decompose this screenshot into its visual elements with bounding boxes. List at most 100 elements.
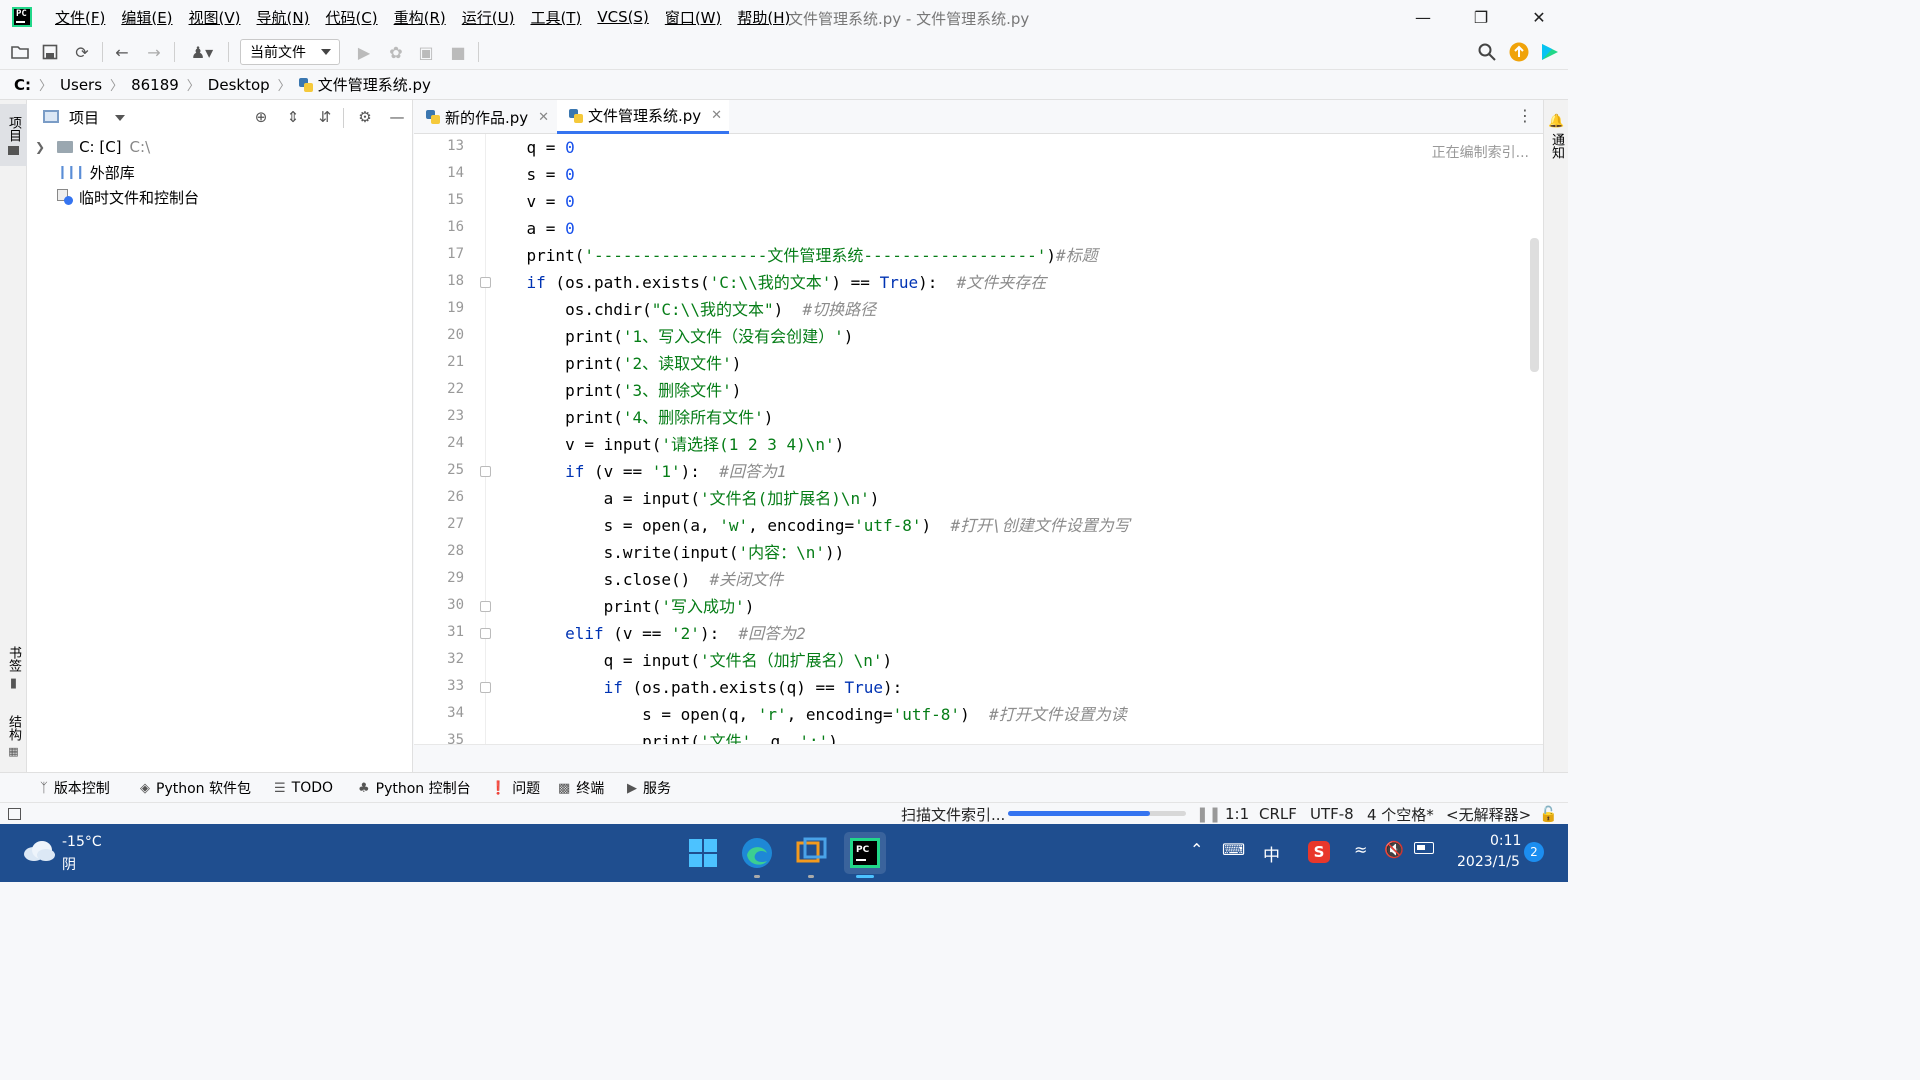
tab-file-manager[interactable]: 文件管理系统.py ✕: [557, 100, 729, 134]
tool-python-packages[interactable]: ◈ Python 软件包: [140, 773, 251, 803]
tab-new-work[interactable]: 新的作品.py ✕: [414, 100, 554, 134]
tool-vcs[interactable]: ᛉ 版本控制: [40, 773, 110, 803]
line-separator[interactable]: CRLF: [1259, 803, 1297, 825]
notification-badge[interactable]: 2: [1524, 842, 1544, 862]
code-line[interactable]: elif (v == '2'): #回答为2: [488, 620, 806, 647]
menu-code[interactable]: 代码(C): [317, 7, 385, 28]
code-line[interactable]: os.chdir("C:\\我的文本") #切换路径: [488, 296, 876, 323]
tool-terminal[interactable]: ▩ 终端: [558, 773, 604, 803]
crumb-users[interactable]: Users: [60, 76, 102, 94]
run-configuration-select[interactable]: 当前文件: [240, 39, 340, 65]
back-icon[interactable]: ←: [110, 40, 134, 64]
code-line[interactable]: q = 0: [488, 134, 575, 161]
forward-icon[interactable]: →: [142, 40, 166, 64]
code-line[interactable]: print('写入成功'): [488, 593, 755, 620]
menu-view[interactable]: 视图(V): [181, 7, 249, 28]
tool-python-console[interactable]: ♣ Python 控制台: [358, 773, 471, 803]
keyboard-icon[interactable]: ⌨: [1222, 840, 1245, 859]
code-line[interactable]: a = input('文件名(加扩展名)\n'): [488, 485, 880, 512]
tool-problems[interactable]: ❗ 问题: [490, 773, 540, 803]
interpreter-setting[interactable]: <无解释器>: [1446, 803, 1531, 825]
bookmarks-stripe-button[interactable]: 书签 ▮: [0, 640, 27, 696]
ime-indicator[interactable]: 中: [1263, 841, 1280, 866]
stop-icon[interactable]: ■: [446, 40, 470, 64]
lock-icon[interactable]: 🔓: [1539, 803, 1558, 825]
cloud-icon[interactable]: [22, 840, 56, 862]
code-line[interactable]: print('4、删除所有文件'): [488, 404, 773, 431]
structure-stripe-button[interactable]: 结构 ▦: [0, 708, 27, 764]
sogou-icon[interactable]: S: [1308, 841, 1330, 863]
battery-icon[interactable]: [1414, 842, 1434, 854]
hide-icon[interactable]: —: [387, 107, 407, 127]
tree-item-external-libraries[interactable]: ❙❙❙ 外部库: [57, 161, 135, 183]
pycharm-taskbar-icon[interactable]: PC: [844, 832, 886, 874]
indexing-status[interactable]: 扫描文件索引...: [901, 803, 1005, 825]
tree-item-drive[interactable]: ❯ C: [C] C:\: [35, 136, 150, 158]
locate-icon[interactable]: ⊕: [251, 107, 271, 127]
user-icon[interactable]: ♟▾: [186, 40, 218, 64]
wifi-icon[interactable]: ≈: [1354, 840, 1367, 859]
clock-date[interactable]: 2023/1/5: [1457, 854, 1520, 870]
editor-scrollbar[interactable]: [1530, 238, 1539, 372]
code-line[interactable]: s = open(a, 'w', encoding='utf-8') #打开\创…: [488, 512, 1130, 539]
tree-item-scratches[interactable]: 临时文件和控制台: [57, 186, 199, 208]
search-icon[interactable]: [1475, 40, 1499, 64]
menu-edit[interactable]: 编辑(E): [113, 7, 180, 28]
menu-run[interactable]: 运行(U): [454, 7, 523, 28]
sync-icon[interactable]: ⟳: [70, 40, 94, 64]
update-icon[interactable]: [1507, 40, 1531, 64]
menu-refactor[interactable]: 重构(R): [386, 7, 454, 28]
code-line[interactable]: v = input('请选择(1 2 3 4)\n'): [488, 431, 844, 458]
menu-window[interactable]: 窗口(W): [657, 7, 730, 28]
project-stripe-button[interactable]: 项目: [0, 104, 27, 166]
pause-icon[interactable]: ❚❚: [1196, 803, 1221, 825]
code-line[interactable]: print('------------------文件管理系统---------…: [488, 242, 1098, 269]
indent-setting[interactable]: 4 个空格*: [1367, 803, 1434, 825]
more-tabs-icon[interactable]: ⋮: [1517, 108, 1533, 124]
vmware-icon[interactable]: [790, 832, 832, 874]
crumb-user[interactable]: 86189: [131, 76, 179, 94]
code-line[interactable]: v = 0: [488, 188, 575, 215]
crumb-desktop[interactable]: Desktop: [208, 76, 270, 94]
crumb-file[interactable]: 文件管理系统.py: [318, 74, 431, 95]
code-line[interactable]: print('文件', q, ':'): [488, 728, 838, 744]
weather-condition[interactable]: 阴: [62, 854, 76, 874]
file-encoding[interactable]: UTF-8: [1310, 803, 1354, 825]
crumb-drive[interactable]: C:: [14, 76, 31, 94]
close-tab-icon[interactable]: ✕: [711, 108, 722, 123]
chevron-up-icon[interactable]: ⌃: [1190, 840, 1203, 859]
project-panel-title[interactable]: 项目: [69, 107, 99, 128]
chevron-right-icon[interactable]: ❯: [35, 140, 45, 154]
tool-services[interactable]: ▶ 服务: [627, 773, 671, 803]
code-line[interactable]: a = 0: [488, 215, 575, 242]
chevron-down-icon[interactable]: [115, 115, 125, 121]
menu-navigate[interactable]: 导航(N): [249, 7, 318, 28]
menu-tools[interactable]: 工具(T): [522, 7, 589, 28]
jetbrains-icon[interactable]: [1538, 40, 1562, 64]
layout-toggle-icon[interactable]: [8, 803, 21, 825]
open-folder-icon[interactable]: [8, 40, 32, 64]
pycharm-logo[interactable]: PC: [12, 7, 32, 27]
code-line[interactable]: s.write(input('内容：\n')): [488, 539, 845, 566]
menu-vcs[interactable]: VCS(S): [589, 8, 656, 26]
close-tab-icon[interactable]: ✕: [538, 110, 549, 125]
code-line[interactable]: print('2、读取文件'): [488, 350, 741, 377]
code-line[interactable]: if (os.path.exists('C:\\我的文本') == True):…: [488, 269, 1047, 296]
gear-icon[interactable]: ⚙: [355, 107, 375, 127]
weather-temperature[interactable]: -15°C: [62, 834, 102, 850]
minimize-icon[interactable]: —: [1394, 0, 1452, 34]
code-line[interactable]: if (os.path.exists(q) == True):: [488, 674, 903, 701]
close-icon[interactable]: ✕: [1510, 0, 1568, 34]
edge-icon[interactable]: [736, 832, 778, 874]
code-line[interactable]: print('1、写入文件（没有会创建）'): [488, 323, 853, 350]
restore-icon[interactable]: ❐: [1452, 0, 1510, 34]
code-line[interactable]: if (v == '1'): #回答为1: [488, 458, 786, 485]
start-icon[interactable]: [682, 832, 724, 874]
debug-icon[interactable]: ✿: [384, 40, 408, 64]
coverage-icon[interactable]: ▣: [414, 40, 438, 64]
clock-time[interactable]: 0:11: [1490, 833, 1521, 849]
code-line[interactable]: s = 0: [488, 161, 575, 188]
collapse-all-icon[interactable]: ⇵: [315, 107, 335, 127]
notifications-stripe-button[interactable]: 🔔 通知: [1543, 108, 1570, 164]
volume-muted-icon[interactable]: 🔇: [1384, 840, 1404, 859]
